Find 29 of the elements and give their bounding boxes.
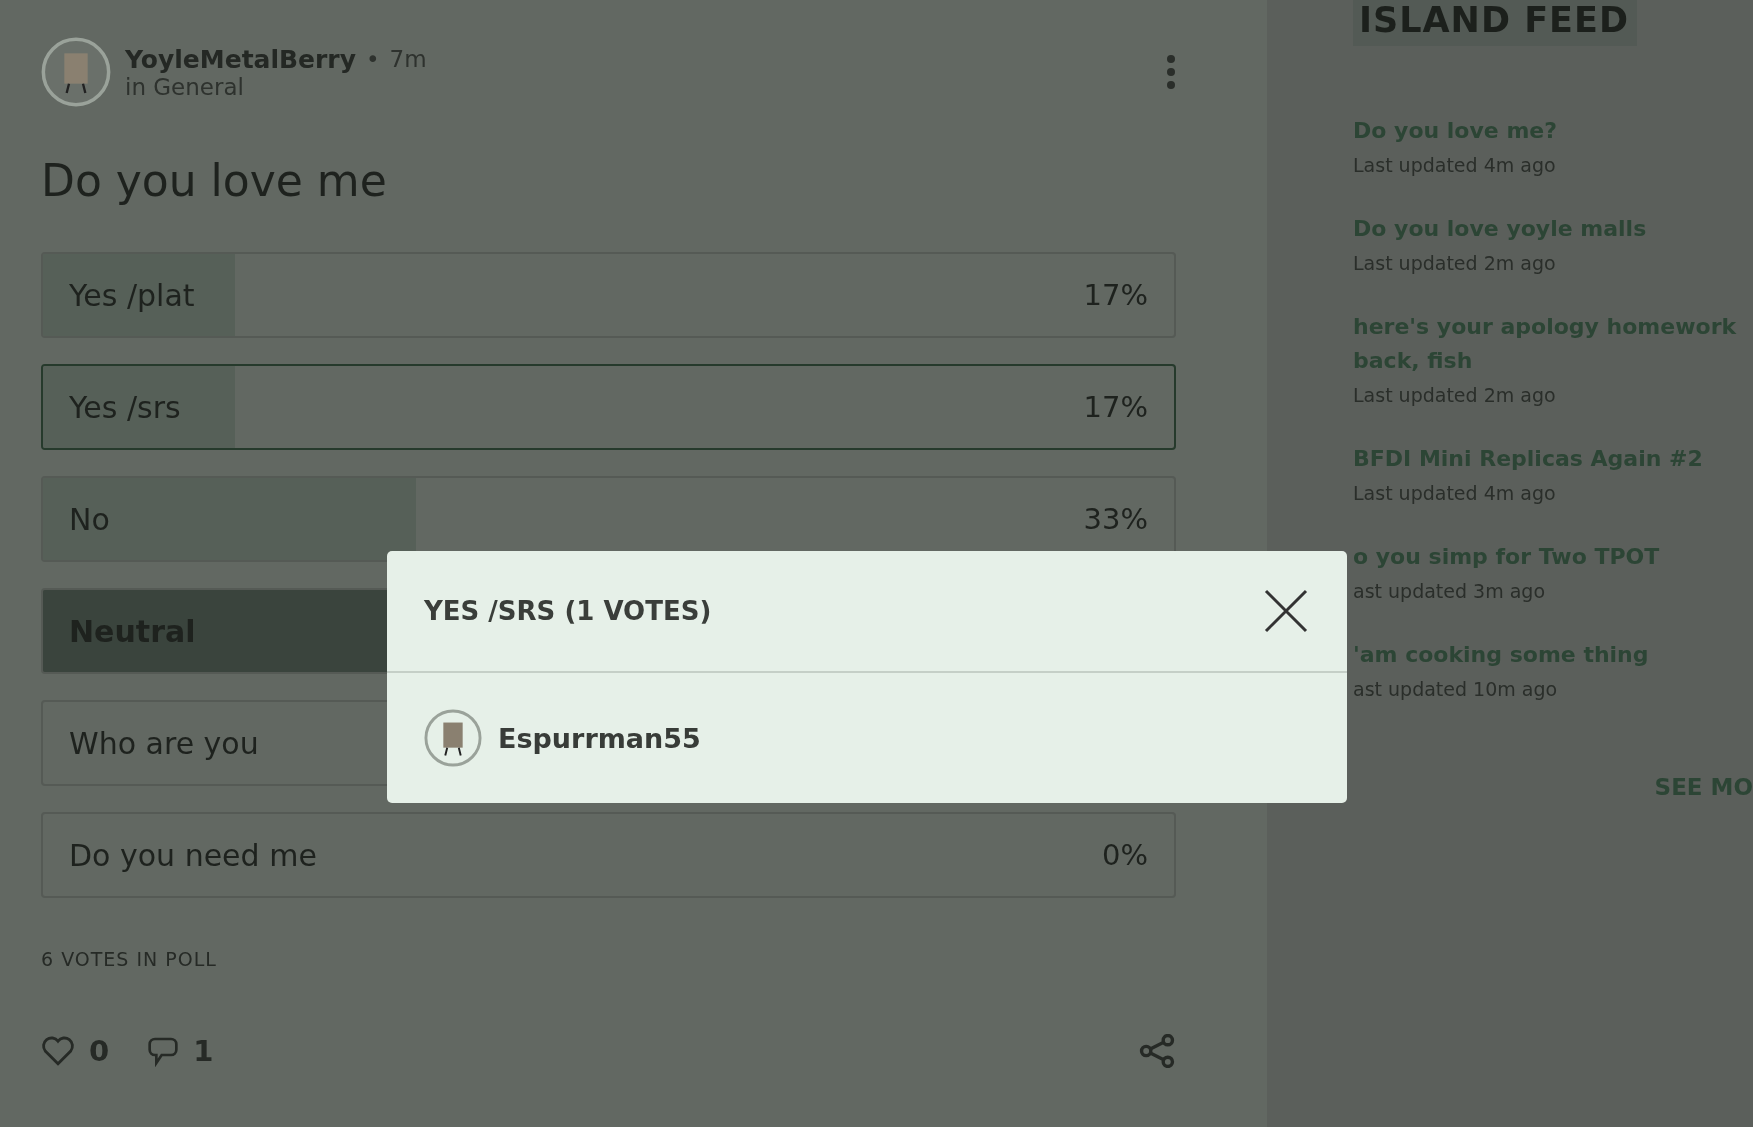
option-label: No — [69, 501, 110, 537]
poll-option[interactable]: No 33% — [41, 476, 1176, 562]
option-percent: 33% — [1083, 502, 1148, 536]
option-percent: 17% — [1083, 278, 1148, 312]
vote-total: 6 VOTES IN POLL — [41, 948, 218, 970]
feed-heading: ISLAND FEED — [1353, 0, 1637, 46]
comment-count: 1 — [193, 1034, 214, 1068]
dot-separator: • — [366, 46, 380, 72]
voter-name[interactable]: Espurrman55 — [498, 722, 701, 754]
option-label: Who are you — [69, 725, 259, 761]
option-label: Yes /srs — [69, 389, 181, 425]
option-label: Yes /plat — [69, 277, 195, 313]
option-percent: 17% — [1083, 390, 1148, 424]
heart-icon[interactable] — [41, 1035, 75, 1067]
user-avatar — [41, 37, 111, 107]
poll-option[interactable]: Do you need me 0% — [41, 812, 1176, 898]
dialog-title: YES /SRS (1 VOTES) — [424, 596, 712, 626]
option-percent: 0% — [1102, 838, 1148, 872]
author-name[interactable]: YoyleMetalBerry — [125, 44, 356, 74]
like-count: 0 — [89, 1034, 110, 1068]
poll-question: Do you love me — [41, 155, 388, 206]
poll-option[interactable]: Yes /srs 17% — [41, 364, 1176, 450]
voter-avatar — [424, 709, 482, 767]
share-icon[interactable] — [1138, 1034, 1176, 1068]
close-button[interactable] — [1262, 587, 1310, 635]
poll-option[interactable]: Yes /plat 17% — [41, 252, 1176, 338]
more-options-icon[interactable] — [1166, 54, 1176, 90]
comment-icon[interactable] — [147, 1035, 180, 1067]
option-label: Do you need me — [69, 837, 317, 873]
